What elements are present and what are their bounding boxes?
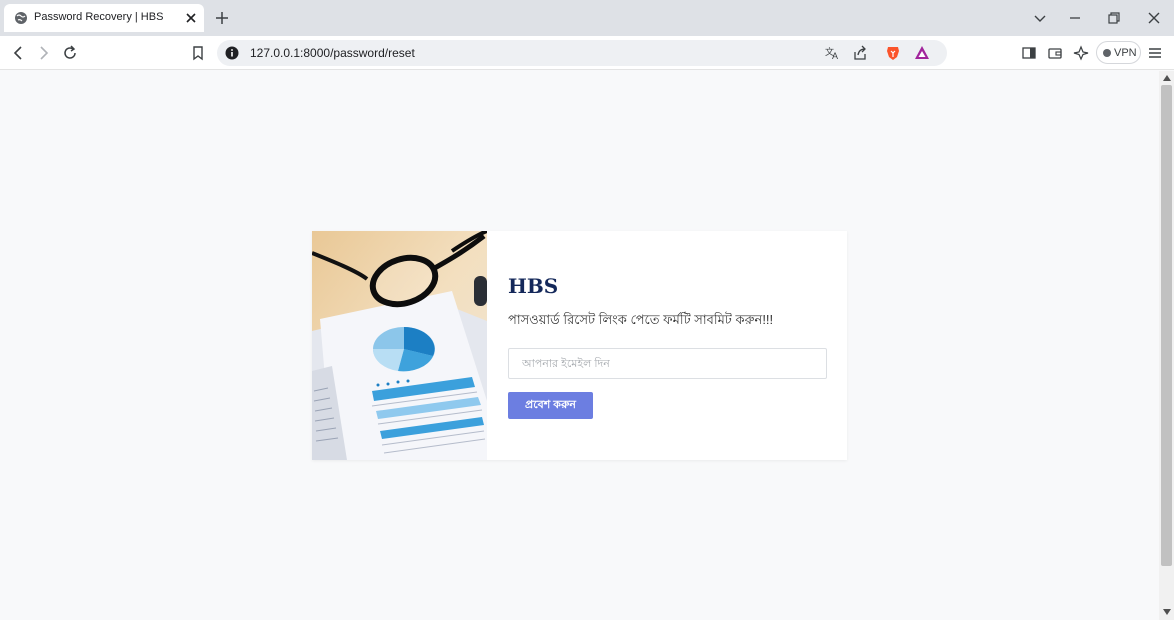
translate-icon[interactable]: 文 A [824, 45, 840, 61]
plus-icon[interactable] [214, 10, 230, 26]
scrollbar-thumb[interactable] [1161, 85, 1172, 566]
forward-arrow-icon[interactable] [36, 45, 52, 61]
scroll-down-arrow-icon[interactable] [1163, 609, 1171, 615]
vpn-label: VPN [1114, 47, 1137, 59]
close-window-icon[interactable] [1146, 10, 1162, 26]
brave-rewards-icon[interactable] [914, 45, 930, 61]
close-icon[interactable] [184, 11, 198, 25]
reload-icon[interactable] [62, 45, 78, 61]
brave-lion-icon[interactable] [885, 45, 901, 61]
form-instruction: পাসওয়ার্ড রিসেট লিংক পেতে ফর্মটি সাবমিট… [508, 312, 774, 327]
info-icon[interactable] [225, 46, 239, 60]
back-arrow-icon[interactable] [10, 45, 26, 61]
globe-icon [15, 12, 27, 24]
minimize-icon[interactable] [1067, 10, 1083, 26]
vpn-button[interactable]: VPN [1096, 41, 1141, 64]
wallet-icon[interactable] [1047, 45, 1063, 61]
sidebar-icon[interactable] [1021, 45, 1037, 61]
password-recovery-card: HBS পাসওয়ার্ড রিসেট লিংক পেতে ফর্মটি সা… [312, 231, 847, 460]
svg-text:A: A [832, 51, 838, 61]
url-text[interactable]: 127.0.0.1:8000/password/reset [250, 46, 415, 60]
email-field[interactable] [508, 348, 827, 379]
browser-tab[interactable]: Password Recovery | HBS [4, 4, 204, 32]
vpn-status-icon [1103, 49, 1111, 57]
submit-button[interactable]: প্রবেশ করুন [508, 392, 593, 419]
bookmark-icon[interactable] [190, 45, 206, 61]
finance-report-image [312, 231, 487, 460]
restore-icon[interactable] [1106, 10, 1122, 26]
leo-ai-icon[interactable] [1073, 45, 1089, 61]
browser-toolbar: 127.0.0.1:8000/password/reset 文 A VPN [0, 36, 1174, 70]
scroll-up-arrow-icon[interactable] [1163, 75, 1171, 81]
hamburger-menu-icon[interactable] [1147, 45, 1163, 61]
chevron-down-icon[interactable] [1032, 10, 1048, 26]
tab-bar: Password Recovery | HBS [0, 0, 1174, 36]
address-bar[interactable]: 127.0.0.1:8000/password/reset 文 A [217, 40, 947, 66]
tab-title: Password Recovery | HBS [34, 11, 164, 23]
brand-title: HBS [508, 274, 559, 298]
share-icon[interactable] [852, 45, 868, 61]
